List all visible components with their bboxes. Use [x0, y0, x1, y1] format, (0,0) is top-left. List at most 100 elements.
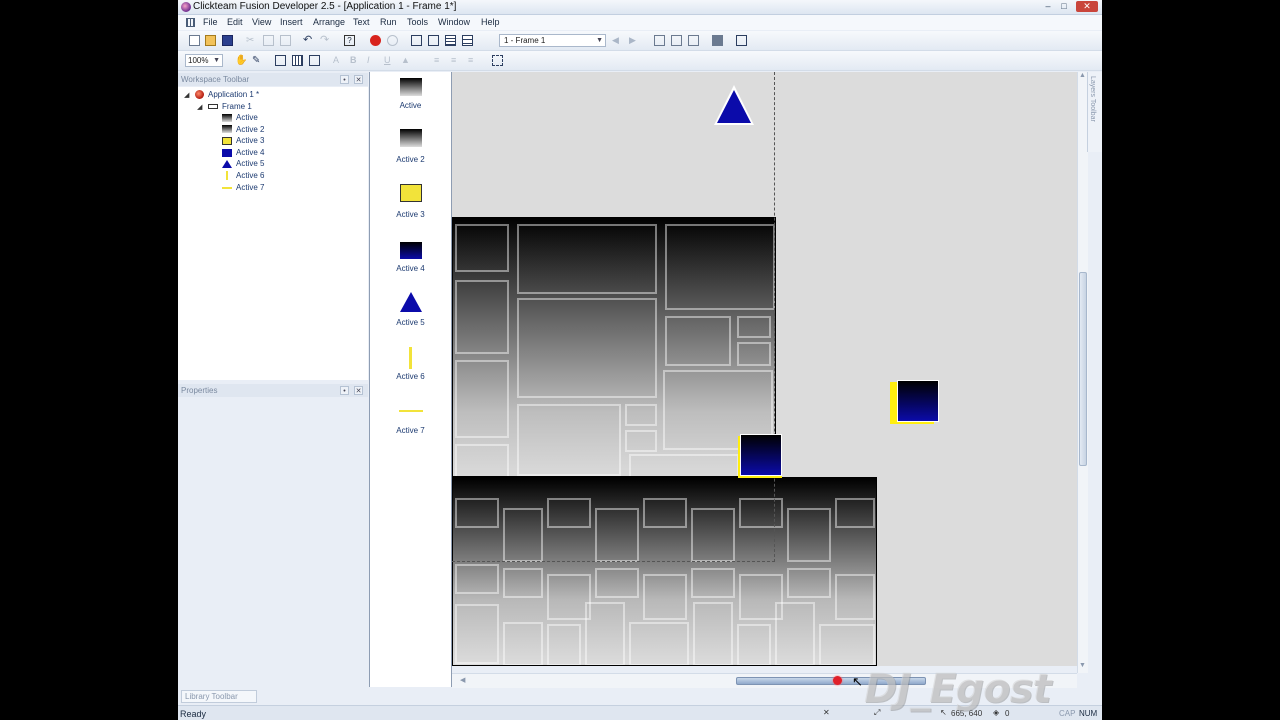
align-left-icon[interactable]: ≡ — [434, 55, 445, 66]
properties-title: Properties — [181, 386, 218, 395]
list-view-icon[interactable] — [671, 35, 682, 46]
tree-object-active-4[interactable]: Active 4 — [236, 148, 264, 157]
menu-tools[interactable]: Tools — [407, 17, 428, 27]
blue-square-object[interactable] — [897, 380, 939, 422]
backdrop-object-active[interactable] — [452, 217, 776, 477]
object-label-active: Active — [399, 101, 422, 110]
scroll-up-icon[interactable]: ▲ — [1079, 72, 1086, 79]
pin-icon[interactable]: • — [340, 75, 349, 84]
triangle-object[interactable] — [717, 90, 751, 123]
tree-object-active-5[interactable]: Active 5 — [236, 159, 264, 168]
window-title: Clickteam Fusion Developer 2.5 - [Applic… — [193, 1, 457, 12]
close-icon[interactable]: ✕ — [1076, 1, 1098, 12]
tree-object-active-3[interactable]: Active 3 — [236, 136, 264, 145]
panel-close-icon[interactable]: ✕ — [354, 75, 363, 84]
frame-select[interactable]: 1 - Frame 1 ▼ — [499, 34, 606, 47]
panel-close-icon[interactable]: ✕ — [354, 386, 363, 395]
undo-icon[interactable]: ↶ — [303, 35, 314, 46]
tree-object-active-2[interactable]: Active 2 — [236, 125, 264, 134]
tile — [625, 430, 657, 452]
menu-view[interactable]: View — [252, 17, 271, 27]
snap-icon[interactable] — [275, 55, 286, 66]
event-editor-icon[interactable] — [445, 35, 456, 46]
zoom-frame-icon[interactable] — [654, 35, 665, 46]
active-4-thumb[interactable] — [400, 242, 422, 259]
backdrop-object-active-2[interactable] — [452, 477, 877, 666]
menu-help[interactable]: Help — [481, 17, 500, 27]
frame-canvas[interactable] — [452, 72, 1077, 666]
vertical-scrollbar[interactable]: ▲ ▼ — [1077, 72, 1088, 673]
menu-text[interactable]: Text — [353, 17, 370, 27]
menu-edit[interactable]: Edit — [227, 17, 243, 27]
prev-frame-icon[interactable]: ◀ — [612, 35, 623, 46]
scroll-down-icon[interactable]: ▼ — [1079, 662, 1086, 669]
minimize-icon[interactable]: – — [1040, 1, 1056, 12]
bold-icon[interactable]: B — [350, 55, 361, 66]
font-icon[interactable]: A — [333, 55, 344, 66]
new-icon[interactable] — [189, 35, 200, 46]
standard-toolbar: ✂ ↶ ↷ ? 1 - Frame 1 ▼ ◀ ▶ — [178, 31, 1102, 51]
hand-icon[interactable]: ✋ — [235, 55, 247, 66]
select-frame-icon[interactable] — [492, 55, 503, 66]
copy-icon[interactable] — [263, 35, 274, 46]
active-thumb[interactable] — [400, 78, 422, 96]
active-5-thumb[interactable] — [400, 292, 422, 312]
tile — [775, 602, 815, 665]
tree-object-active-6[interactable]: Active 6 — [236, 171, 264, 180]
tile — [503, 622, 543, 665]
cut-icon[interactable]: ✂ — [246, 35, 257, 46]
next-frame-icon[interactable]: ▶ — [629, 35, 640, 46]
frame-editor-icon[interactable] — [428, 35, 439, 46]
mdi-grid-icon[interactable] — [186, 18, 195, 27]
align-right-icon[interactable]: ≡ — [468, 55, 479, 66]
run-icon[interactable] — [387, 35, 398, 46]
underline-icon[interactable]: U — [384, 55, 395, 66]
stop-square-icon[interactable] — [712, 35, 723, 46]
maximize-icon[interactable]: □ — [1056, 1, 1072, 12]
redo-icon[interactable]: ↷ — [320, 35, 331, 46]
scroll-left-icon[interactable]: ◀ — [460, 676, 465, 684]
menu-arrange[interactable]: Arrange — [313, 17, 345, 27]
tile — [455, 604, 499, 664]
storyboard-icon[interactable] — [411, 35, 422, 46]
save-icon[interactable] — [222, 35, 233, 46]
menu-window[interactable]: Window — [438, 17, 470, 27]
grid-icon[interactable] — [736, 35, 747, 46]
active-3-thumb[interactable] — [400, 184, 422, 202]
tree-frame[interactable]: Frame 1 — [222, 102, 252, 111]
show-grid-icon[interactable] — [292, 55, 303, 66]
active-2-icon — [222, 125, 232, 133]
layers-toolbar-tab[interactable]: Layers Toolbar — [1087, 72, 1102, 152]
zoom-select[interactable]: 100% ▼ — [185, 54, 223, 67]
italic-icon[interactable]: I — [367, 55, 378, 66]
tile — [737, 316, 771, 338]
expand-icon[interactable]: ◢ — [184, 91, 189, 99]
fill-color-icon[interactable]: ▲ — [401, 55, 412, 66]
tree-object-active-7[interactable]: Active 7 — [236, 183, 264, 192]
event-list-icon[interactable] — [462, 35, 473, 46]
chevron-down-icon: ▼ — [213, 57, 220, 64]
active-7-thumb[interactable] — [399, 410, 423, 412]
vertical-scroll-thumb[interactable] — [1079, 272, 1087, 466]
window-icon[interactable] — [688, 35, 699, 46]
menu-insert[interactable]: Insert — [280, 17, 303, 27]
layout-icon[interactable] — [309, 55, 320, 66]
tile — [643, 574, 687, 620]
library-toolbar-tab[interactable]: Library Toolbar — [181, 690, 257, 703]
expand-icon[interactable]: ◢ — [197, 103, 202, 111]
pencil-icon[interactable]: ✎ — [252, 55, 263, 66]
tree-application[interactable]: Application 1 * — [208, 90, 259, 99]
pin-icon[interactable]: • — [340, 386, 349, 395]
menu-run[interactable]: Run — [380, 17, 397, 27]
object-label-active-4: Active 4 — [396, 264, 425, 273]
active-6-thumb[interactable] — [409, 347, 412, 369]
paste-icon[interactable] — [280, 35, 291, 46]
help-icon[interactable]: ? — [344, 35, 355, 46]
blue-square-object[interactable] — [740, 434, 782, 476]
tree-object-active[interactable]: Active — [236, 113, 258, 122]
menu-file[interactable]: File — [203, 17, 218, 27]
align-center-icon[interactable]: ≡ — [451, 55, 462, 66]
stop-icon[interactable] — [370, 35, 381, 46]
active-2-thumb[interactable] — [400, 129, 422, 147]
open-icon[interactable] — [205, 35, 216, 46]
